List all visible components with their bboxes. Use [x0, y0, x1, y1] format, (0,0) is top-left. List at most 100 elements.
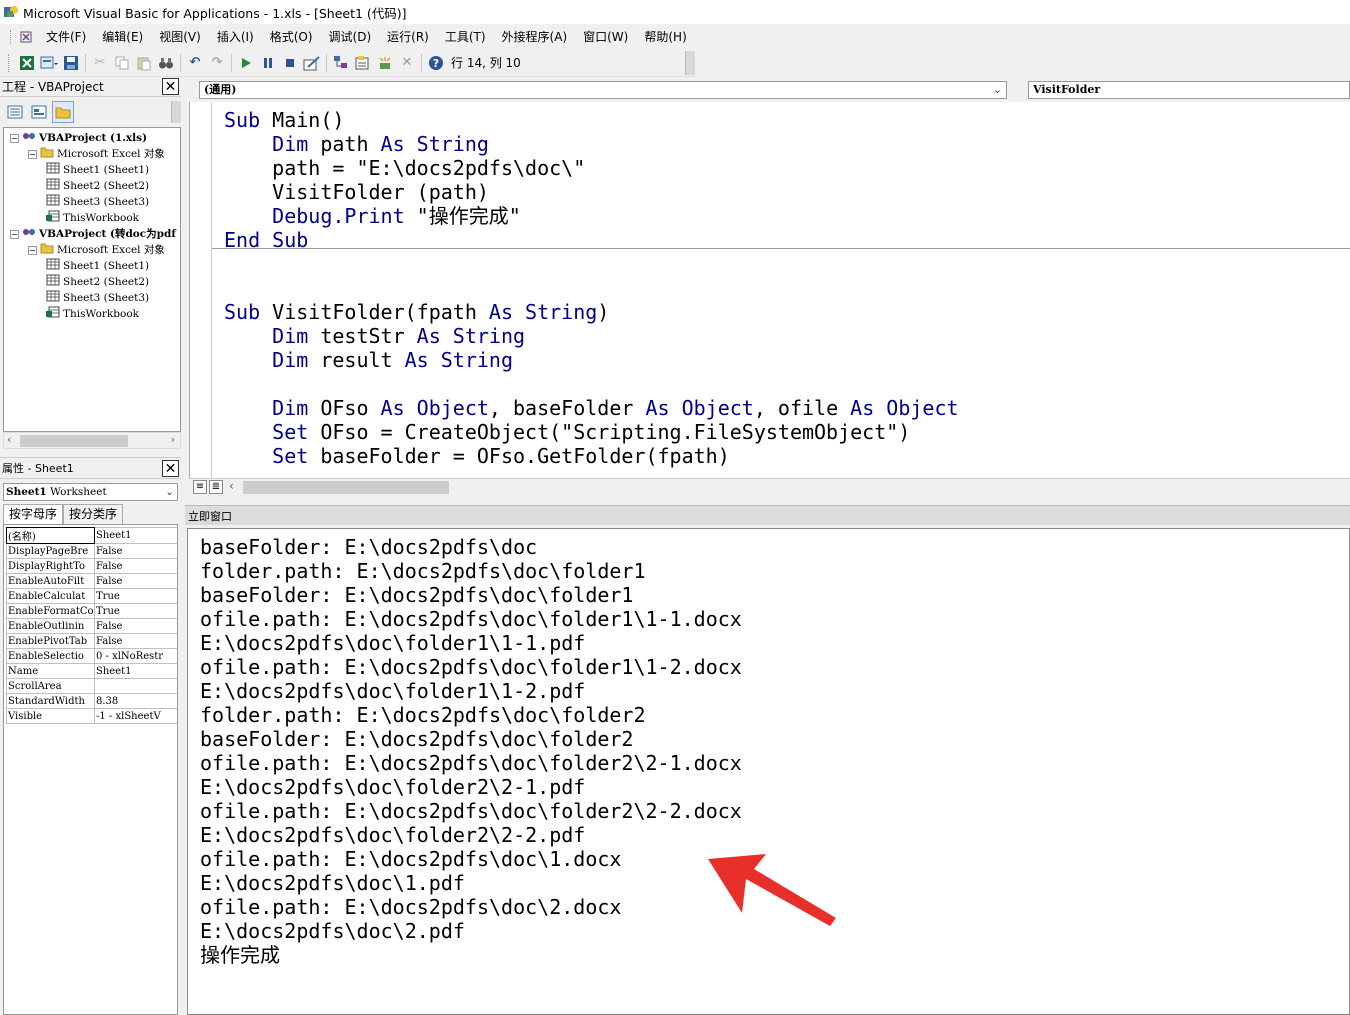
project-tree-scrollbar[interactable]: ‹ ›: [3, 432, 181, 449]
menu-help[interactable]: 帮助(H): [636, 27, 694, 47]
close-project-explorer-button[interactable]: ✕: [162, 78, 179, 95]
project-tree-node[interactable]: ThisWorkbook: [46, 210, 139, 226]
chevron-down-icon[interactable]: ⌄: [165, 484, 174, 500]
project-tree-node[interactable]: ThisWorkbook: [46, 306, 139, 322]
run-button[interactable]: [235, 52, 257, 74]
collapse-toggle-icon[interactable]: −: [10, 229, 19, 239]
property-value[interactable]: 8.38: [94, 693, 177, 709]
property-row[interactable]: EnablePivotTab False: [6, 633, 177, 649]
redo-button[interactable]: ↷: [206, 52, 228, 74]
property-name[interactable]: ScrollArea: [6, 678, 95, 694]
property-value[interactable]: True: [94, 603, 177, 619]
scroll-left-icon[interactable]: ‹: [229, 479, 234, 493]
code-scrollbar-thumb[interactable]: [243, 481, 449, 494]
project-tree-node[interactable]: Sheet2 (Sheet2): [46, 274, 149, 290]
property-value[interactable]: False: [94, 543, 177, 559]
property-row[interactable]: (名称) Sheet1: [6, 527, 177, 544]
menu-addins[interactable]: 外接程序(A): [494, 27, 576, 47]
tab-categorized[interactable]: 按分类序: [63, 504, 124, 524]
cut-button[interactable]: ✂: [89, 52, 111, 74]
property-name[interactable]: DisplayRightTo: [6, 558, 95, 574]
scroll-left-icon[interactable]: ‹: [7, 433, 11, 446]
project-explorer-button[interactable]: [330, 52, 352, 74]
save-button[interactable]: [60, 52, 82, 74]
property-row[interactable]: DisplayPageBre False: [6, 543, 177, 559]
copy-button[interactable]: [111, 52, 133, 74]
property-name[interactable]: Name: [6, 663, 95, 679]
project-tree-node[interactable]: − VBAProject (1.xls): [10, 130, 147, 146]
design-mode-button[interactable]: [301, 52, 323, 74]
menu-format[interactable]: 格式(O): [262, 27, 321, 47]
property-name[interactable]: Visible: [6, 708, 95, 724]
property-row[interactable]: EnableAutoFilt False: [6, 573, 177, 589]
paste-button[interactable]: [133, 52, 155, 74]
property-row[interactable]: Visible -1 - xlSheetV: [6, 708, 177, 724]
code-margin-indicator-bar[interactable]: [190, 102, 212, 478]
reset-button[interactable]: [279, 52, 301, 74]
property-row[interactable]: EnableOutlinin False: [6, 618, 177, 634]
menu-edit[interactable]: 编辑(E): [94, 27, 151, 47]
property-name[interactable]: EnableAutoFilt: [6, 573, 95, 589]
tab-alphabetic[interactable]: 按字母序: [3, 504, 64, 524]
menu-window[interactable]: 窗口(W): [575, 27, 636, 47]
menu-insert[interactable]: 插入(I): [209, 27, 262, 47]
property-row[interactable]: EnableSelectio 0 - xlNoRestr: [6, 648, 177, 664]
scrollbar-thumb[interactable]: [20, 435, 128, 447]
project-tree-node[interactable]: − VBAProject (转doc为pdf: [10, 226, 176, 242]
property-name[interactable]: EnableSelectio: [6, 648, 95, 664]
object-browser-button[interactable]: [374, 52, 396, 74]
project-tree-node[interactable]: Sheet3 (Sheet3): [46, 290, 149, 306]
collapse-toggle-icon[interactable]: −: [28, 245, 37, 255]
project-toolbar-overflow[interactable]: [171, 101, 181, 123]
property-value[interactable]: False: [94, 618, 177, 634]
procedure-dropdown[interactable]: VisitFolder: [1028, 81, 1350, 99]
property-name[interactable]: EnablePivotTab: [6, 633, 95, 649]
collapse-toggle-icon[interactable]: −: [10, 133, 19, 143]
menu-tools[interactable]: 工具(T): [437, 27, 494, 47]
project-tree-node[interactable]: Sheet1 (Sheet1): [46, 258, 149, 274]
property-value[interactable]: 0 - xlNoRestr: [94, 648, 177, 664]
menu-file[interactable]: 文件(F): [38, 27, 94, 47]
property-name[interactable]: (名称): [6, 527, 95, 544]
property-value[interactable]: False: [94, 573, 177, 589]
immediate-window[interactable]: baseFolder: E:\docs2pdfs\doc folder.path:…: [187, 528, 1350, 1015]
break-button[interactable]: [257, 52, 279, 74]
menu-run[interactable]: 运行(R): [379, 27, 437, 47]
scroll-right-icon[interactable]: ›: [171, 433, 175, 446]
properties-window-button[interactable]: [352, 52, 374, 74]
property-value[interactable]: False: [94, 633, 177, 649]
property-row[interactable]: EnableCalculat True: [6, 588, 177, 604]
full-module-view-button[interactable]: ≣: [209, 480, 223, 494]
property-name[interactable]: EnableCalculat: [6, 588, 95, 604]
menu-debug[interactable]: 调试(D): [321, 27, 380, 47]
view-code-button[interactable]: [4, 101, 26, 123]
code-editor[interactable]: Sub Main() Dim path As String path = "E:…: [189, 102, 1350, 478]
toggle-folders-button[interactable]: [52, 101, 74, 123]
property-name[interactable]: EnableFormatCo: [6, 603, 95, 619]
toolbar-overflow[interactable]: [685, 50, 695, 75]
property-row[interactable]: ScrollArea: [6, 678, 177, 694]
project-tree-node[interactable]: − Microsoft Excel 对象: [28, 242, 165, 258]
project-tree-node[interactable]: Sheet2 (Sheet2): [46, 178, 149, 194]
property-value[interactable]: -1 - xlSheetV: [94, 708, 177, 724]
project-tree-node[interactable]: Sheet3 (Sheet3): [46, 194, 149, 210]
property-row[interactable]: StandardWidth 8.38: [6, 693, 177, 709]
insert-userform-button[interactable]: [38, 52, 60, 74]
property-value[interactable]: Sheet1: [94, 663, 177, 679]
object-dropdown[interactable]: (通用) ⌄: [199, 81, 1007, 99]
toolbox-button[interactable]: ✕: [396, 52, 418, 74]
procedure-view-button[interactable]: ≡: [193, 480, 207, 494]
collapse-toggle-icon[interactable]: −: [28, 149, 37, 159]
property-name[interactable]: EnableOutlinin: [6, 618, 95, 634]
excel-view-icon[interactable]: [18, 29, 34, 45]
menu-view[interactable]: 视图(V): [151, 27, 209, 47]
chevron-down-icon[interactable]: ⌄: [993, 82, 1002, 98]
help-button[interactable]: ?: [425, 52, 447, 74]
property-value[interactable]: Sheet1: [94, 527, 177, 544]
property-name[interactable]: DisplayPageBre: [6, 543, 95, 559]
project-tree-node[interactable]: − Microsoft Excel 对象: [28, 146, 165, 162]
property-row[interactable]: DisplayRightTo False: [6, 558, 177, 574]
find-button[interactable]: [155, 52, 177, 74]
property-value[interactable]: False: [94, 558, 177, 574]
undo-button[interactable]: ↶: [184, 52, 206, 74]
